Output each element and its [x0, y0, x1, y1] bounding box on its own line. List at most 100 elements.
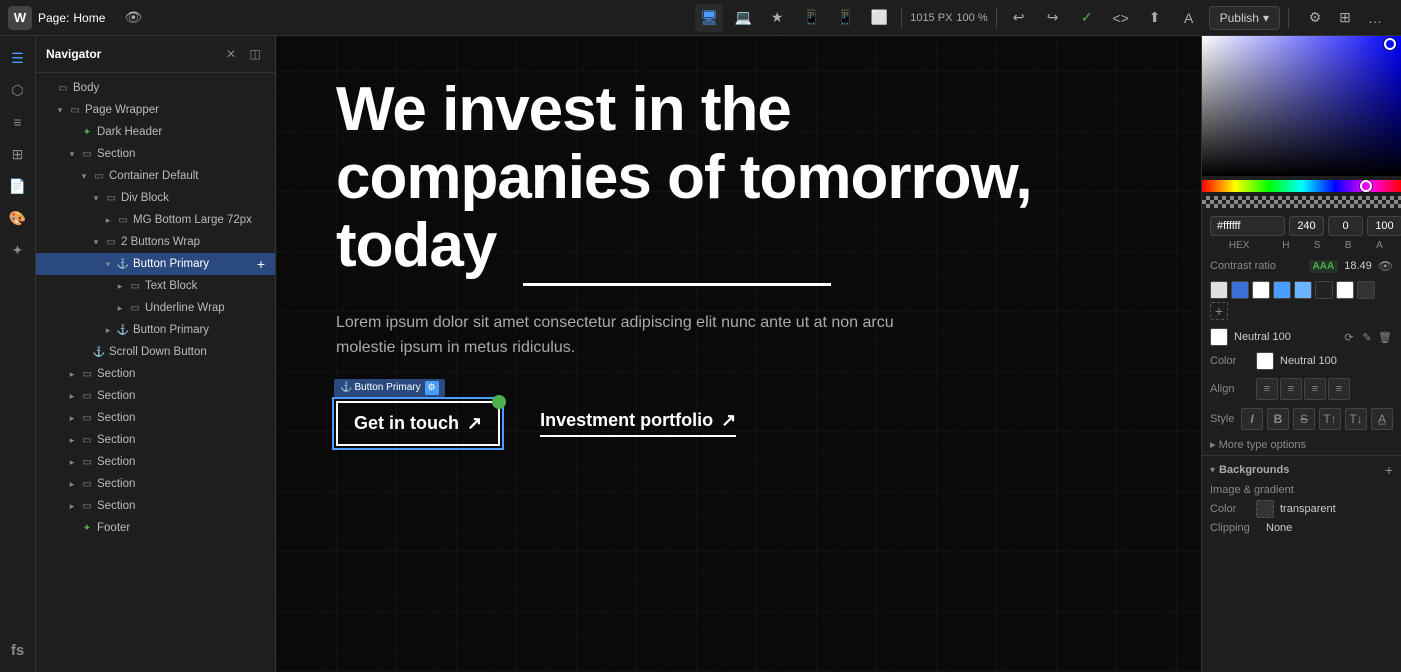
tree-arrow-icon[interactable]: ▸ [66, 500, 78, 512]
tree-item[interactable]: ▾▭Page Wrapper [36, 99, 275, 121]
tree-item[interactable]: ▾▭Container Default [36, 165, 275, 187]
swatch-7[interactable] [1357, 281, 1375, 299]
delete-icon[interactable]: 🗑 [1377, 329, 1393, 345]
italic-button[interactable]: I [1241, 408, 1263, 430]
s-input[interactable] [1328, 216, 1363, 236]
tree-item[interactable]: ▸▭Section [36, 473, 275, 495]
close-navigator-icon[interactable]: ✕ [221, 44, 241, 64]
add-swatch-button[interactable]: + [1210, 302, 1228, 320]
tree-arrow-icon[interactable]: ▸ [66, 434, 78, 446]
collapse-navigator-icon[interactable]: ◫ [245, 44, 265, 64]
color-gradient-picker[interactable] [1202, 36, 1401, 176]
tree-arrow-icon[interactable]: ▾ [90, 192, 102, 204]
saved-color-swatch[interactable] [1210, 328, 1228, 346]
tree-arrow-icon[interactable]: ▾ [78, 170, 90, 182]
star-icon[interactable]: ★ [763, 4, 791, 32]
tree-item[interactable]: ▸▭Section [36, 407, 275, 429]
canvas-area[interactable]: We invest in the companies of tomorrow, … [276, 36, 1201, 672]
tablet-icon[interactable]: 📱 [797, 4, 825, 32]
tree-arrow-icon[interactable] [66, 522, 78, 534]
add-background-button[interactable]: + [1385, 462, 1393, 478]
tree-item[interactable]: ▸▭Section [36, 495, 275, 517]
tree-item[interactable]: ▸▭Underline Wrap [36, 297, 275, 319]
color-picker-handle[interactable] [1384, 38, 1396, 50]
align-justify-button[interactable]: ≡ [1328, 378, 1350, 400]
swatch-5[interactable] [1315, 281, 1333, 299]
swatch-4[interactable] [1294, 281, 1312, 299]
interactions-icon[interactable]: ✦ [4, 236, 32, 264]
swatch-2[interactable] [1252, 281, 1270, 299]
add-child-button[interactable]: + [253, 256, 269, 272]
b-input[interactable] [1367, 216, 1401, 236]
tree-arrow-icon[interactable]: ▸ [66, 456, 78, 468]
redo-button[interactable]: ↪ [1039, 4, 1067, 32]
tree-item[interactable]: ▸▭Section [36, 451, 275, 473]
color-alpha-slider[interactable] [1202, 196, 1401, 208]
tree-arrow-icon[interactable]: ▸ [66, 412, 78, 424]
backgrounds-collapse-icon[interactable]: ▾ [1210, 465, 1215, 476]
desktop-icon[interactable]: 🖥 [695, 4, 723, 32]
sync-icon[interactable]: ⟳ [1341, 329, 1357, 345]
components-icon[interactable]: ⬡ [4, 76, 32, 104]
styles-icon[interactable]: 🎨 [4, 204, 32, 232]
swatch-6[interactable] [1336, 281, 1354, 299]
tree-item[interactable]: ▾▭Section+ [36, 143, 275, 165]
swatch-1[interactable] [1231, 281, 1249, 299]
edit-icon[interactable]: ✎ [1359, 329, 1375, 345]
color-property-swatch[interactable] [1256, 352, 1274, 370]
tree-arrow-icon[interactable]: ▸ [114, 280, 126, 292]
undo-button[interactable]: ↩ [1005, 4, 1033, 32]
tree-item[interactable]: ▸▭Section [36, 363, 275, 385]
tree-item[interactable]: ▸▭Section [36, 385, 275, 407]
assets-icon[interactable]: ≡ [4, 108, 32, 136]
tree-arrow-icon[interactable]: ▸ [66, 478, 78, 490]
tree-item[interactable]: ▾▭Div Block [36, 187, 275, 209]
superscript-button[interactable]: T↑ [1319, 408, 1341, 430]
swatch-3[interactable] [1273, 281, 1291, 299]
pages-icon[interactable]: 📄 [4, 172, 32, 200]
tree-arrow-icon[interactable]: ▸ [66, 368, 78, 380]
tree-arrow-icon[interactable]: ▾ [102, 258, 114, 270]
other-device-icon[interactable]: ⬜ [865, 4, 893, 32]
eye-icon[interactable]: 👁 [119, 4, 147, 32]
tree-item[interactable]: ✦Dark Header [36, 121, 275, 143]
laptop-icon[interactable]: 💻 [729, 4, 757, 32]
settings-icon[interactable]: ⚙ [1301, 4, 1329, 32]
cms-icon[interactable]: ⊞ [4, 140, 32, 168]
phone-icon[interactable]: 📱 [831, 4, 859, 32]
tree-arrow-icon[interactable]: ▾ [66, 148, 78, 160]
align-right-button[interactable]: ≡ [1304, 378, 1326, 400]
tree-item[interactable]: ▭Body [36, 77, 275, 99]
tree-item[interactable]: ▾⚓Button Primary+ [36, 253, 275, 275]
subscript-button[interactable]: T↓ [1345, 408, 1367, 430]
tree-arrow-icon[interactable]: ▸ [66, 390, 78, 402]
align-center-button[interactable]: ≡ [1280, 378, 1302, 400]
tree-item[interactable]: ▸▭MG Bottom Large 72px [36, 209, 275, 231]
align-left-button[interactable]: ≡ [1256, 378, 1278, 400]
contrast-eye-icon[interactable]: 👁 [1378, 259, 1393, 273]
swatch-0[interactable] [1210, 281, 1228, 299]
element-gear-icon[interactable]: ⚙ [425, 381, 439, 395]
tree-item[interactable]: ✦Footer [36, 517, 275, 539]
color-hue-handle[interactable] [1360, 180, 1372, 192]
export-icon[interactable]: ⬆ [1141, 4, 1169, 32]
tree-arrow-icon[interactable] [66, 126, 78, 138]
tree-item[interactable]: ▸⚓Button Primary+ [36, 319, 275, 341]
strikethrough-button[interactable]: S [1293, 408, 1315, 430]
h-input[interactable] [1289, 216, 1324, 236]
tree-arrow-icon[interactable]: ▾ [54, 104, 66, 116]
code-icon[interactable]: <> [1107, 4, 1135, 32]
grid-icon[interactable]: ⊞ [1331, 4, 1359, 32]
bold-button[interactable]: B [1267, 408, 1289, 430]
publish-button[interactable]: Publish ▾ [1209, 6, 1280, 30]
tree-arrow-icon[interactable]: ▾ [90, 236, 102, 248]
more-icon[interactable]: … [1361, 4, 1389, 32]
decoration-button[interactable]: A̲ [1371, 408, 1393, 430]
hex-input[interactable] [1210, 216, 1285, 236]
tree-item[interactable]: ▾▭2 Buttons Wrap+ [36, 231, 275, 253]
tree-arrow-icon[interactable] [78, 346, 90, 358]
tree-arrow-icon[interactable]: ▸ [114, 302, 126, 314]
color-hue-slider[interactable] [1202, 180, 1401, 192]
tree-item[interactable]: ▸▭Text Block [36, 275, 275, 297]
navigator-icon[interactable]: ☰ [4, 44, 32, 72]
